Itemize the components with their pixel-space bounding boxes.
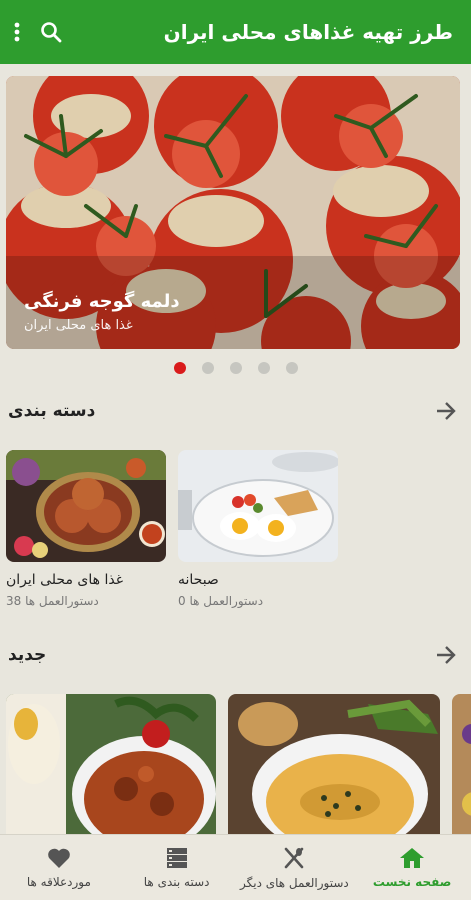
bottom-navigation: موردعلاقه ها دسته بندی ها دستورالعمل های…	[0, 834, 471, 900]
nav-categories-label: دسته بندی ها	[143, 874, 210, 889]
nav-categories[interactable]: دسته بندی ها	[118, 835, 236, 900]
pager-dot[interactable]	[285, 362, 298, 374]
app-title: طرز تهیه غذاهای محلی ایران	[163, 20, 453, 44]
new-recipes-label: جدید	[8, 645, 47, 665]
nav-other-recipes-label: دستورالعمل های دیگر	[239, 875, 349, 890]
category-recipe-count: 0 دستورالعمل ها	[178, 594, 264, 608]
app-bar: طرز تهیه غذاهای محلی ایران	[0, 0, 471, 64]
nav-other-recipes[interactable]: دستورالعمل های دیگر	[236, 835, 354, 900]
search-icon[interactable]	[40, 21, 62, 43]
nav-home[interactable]: صفحه نخست	[353, 835, 471, 900]
category-name: غذا های محلی ایران	[6, 572, 124, 588]
nav-favorites[interactable]: موردعلاقه ها	[0, 835, 118, 900]
category-image	[6, 450, 166, 562]
category-name: صبحانه	[178, 572, 219, 588]
categories-header: دسته بندی	[0, 396, 471, 426]
categories-list: غذا های محلی ایران 38 دستورالعمل ها صبحا…	[6, 450, 466, 608]
category-card[interactable]: غذا های محلی ایران 38 دستورالعمل ها	[6, 450, 166, 608]
slider-title: دلمه گوجه فرنگی	[24, 291, 180, 312]
featured-slider[interactable]: دلمه گوجه فرنگی غذا های محلی ایران	[6, 76, 460, 349]
fork-knife-icon	[285, 847, 304, 868]
recipe-card[interactable]	[452, 694, 471, 834]
more-vert-icon[interactable]	[14, 22, 20, 42]
nav-home-label: صفحه نخست	[372, 874, 452, 889]
slider-subtitle: غذا های محلی ایران	[24, 318, 133, 333]
categories-label: دسته بندی	[8, 401, 96, 421]
pager-dot[interactable]	[173, 362, 186, 374]
arrow-forward-icon[interactable]	[435, 401, 457, 421]
pager-dot[interactable]	[201, 362, 214, 374]
category-image	[178, 450, 338, 562]
category-list-icon	[166, 847, 187, 868]
recipe-image	[6, 694, 216, 834]
category-card[interactable]: صبحانه 0 دستورالعمل ها	[178, 450, 338, 608]
pager-dot[interactable]	[229, 362, 242, 374]
recipe-card[interactable]	[228, 694, 440, 834]
heart-icon	[48, 848, 70, 868]
home-icon	[400, 847, 425, 868]
app-bar-actions	[14, 21, 62, 43]
recipe-card[interactable]	[6, 694, 216, 834]
nav-favorites-label: موردعلاقه ها	[26, 874, 91, 889]
recipe-image	[228, 694, 440, 834]
category-recipe-count: 38 دستورالعمل ها	[6, 594, 99, 608]
recipe-image	[452, 694, 471, 834]
new-recipes-list	[6, 694, 471, 834]
new-recipes-header: جدید	[0, 640, 471, 670]
slider-caption: دلمه گوجه فرنگی غذا های محلی ایران	[24, 291, 180, 333]
slider-pager	[0, 362, 471, 374]
pager-dot[interactable]	[257, 362, 270, 374]
arrow-forward-icon[interactable]	[435, 645, 457, 665]
